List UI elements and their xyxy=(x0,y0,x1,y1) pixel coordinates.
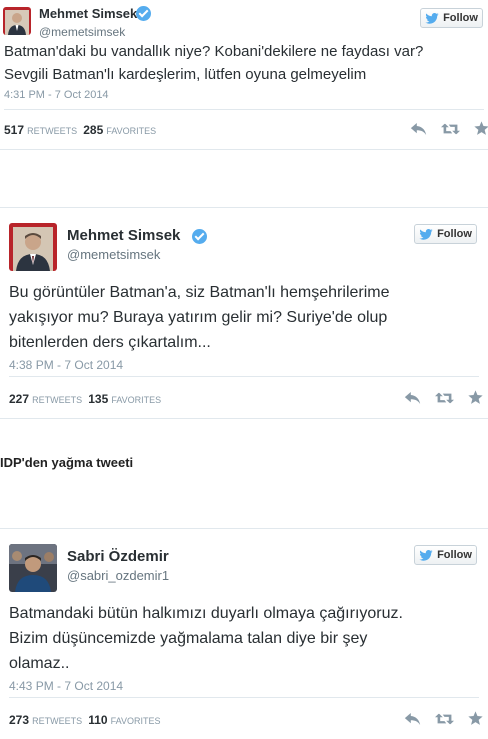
tweet-text: Batmandaki bütün halkımızı duyarlı olmay… xyxy=(9,605,403,672)
twitter-bird-icon xyxy=(419,229,433,240)
divider xyxy=(9,376,479,377)
favorites-label: FAVORITES xyxy=(111,395,162,405)
reply-icon[interactable] xyxy=(404,712,421,726)
follow-button[interactable]: Follow xyxy=(420,8,483,28)
divider xyxy=(4,109,484,110)
follow-label: Follow xyxy=(437,228,472,240)
favorite-count[interactable]: 135 xyxy=(88,392,108,406)
tweet-timestamp[interactable]: 4:31 PM - 7 Oct 2014 xyxy=(4,89,109,101)
verified-icon xyxy=(136,6,151,21)
tweet-actions xyxy=(404,711,483,726)
tweet-text: Batman'daki bu vandallık niye? Kobani'de… xyxy=(4,43,424,83)
tweet-actions xyxy=(404,390,483,405)
favorite-star-icon[interactable] xyxy=(468,390,483,405)
avatar[interactable] xyxy=(9,544,57,592)
retweet-icon[interactable] xyxy=(441,122,460,136)
retweet-icon[interactable] xyxy=(435,391,454,405)
retweet-icon[interactable] xyxy=(435,712,454,726)
user-name[interactable]: Mehmet Simsek xyxy=(67,227,180,244)
tweet-actions xyxy=(410,121,488,136)
favorite-count[interactable]: 285 xyxy=(83,123,103,137)
divider xyxy=(9,697,479,698)
tweet-text: Bu görüntüler Batman'a, siz Batman'lı he… xyxy=(9,284,390,351)
favorite-star-icon[interactable] xyxy=(474,121,488,136)
user-handle[interactable]: @sabri_ozdemir1 xyxy=(67,568,169,583)
tweet-stats: 227 RETWEETS 135 FAVORITES xyxy=(9,392,161,406)
retweets-label: RETWEETS xyxy=(27,126,78,136)
user-name[interactable]: Sabri Özdemir xyxy=(67,548,169,565)
avatar-image xyxy=(3,7,31,35)
tweet-stats: 517 RETWEETS 285 FAVORITES xyxy=(4,123,156,137)
tweet-stats: 273 RETWEETS 110 FAVORITES xyxy=(9,713,161,727)
favorite-count[interactable]: 110 xyxy=(88,713,107,727)
tweet-card: Sabri Özdemir @sabri_ozdemir1 Follow Bat… xyxy=(0,528,488,739)
favorite-star-icon[interactable] xyxy=(468,711,483,726)
twitter-bird-icon xyxy=(419,550,433,561)
avatar-image xyxy=(9,544,57,592)
favorites-label: FAVORITES xyxy=(106,126,157,136)
retweets-label: RETWEETS xyxy=(32,395,83,405)
reply-icon[interactable] xyxy=(404,391,421,405)
tweet-timestamp[interactable]: 4:43 PM - 7 Oct 2014 xyxy=(9,679,123,693)
retweet-count[interactable]: 273 xyxy=(9,713,29,727)
twitter-bird-icon xyxy=(425,13,439,24)
verified-icon xyxy=(192,229,207,244)
retweet-count[interactable]: 227 xyxy=(9,392,29,406)
follow-label: Follow xyxy=(437,549,472,561)
retweet-count[interactable]: 517 xyxy=(4,123,24,137)
follow-button[interactable]: Follow xyxy=(414,224,477,244)
avatar[interactable] xyxy=(3,7,31,35)
favorites-label: FAVORITES xyxy=(110,716,161,726)
user-handle[interactable]: @memetsimsek xyxy=(39,25,125,39)
user-handle[interactable]: @memetsimsek xyxy=(67,247,160,262)
avatar-image xyxy=(9,223,57,271)
retweets-label: RETWEETS xyxy=(32,716,83,726)
avatar[interactable] xyxy=(9,223,57,271)
reply-icon[interactable] xyxy=(410,122,427,136)
follow-button[interactable]: Follow xyxy=(414,545,477,565)
section-title: IDP'den yağma tweeti xyxy=(0,455,134,470)
follow-label: Follow xyxy=(443,12,478,24)
tweet-card: Mehmet Simsek @memetsimsek Follow Batman… xyxy=(0,0,488,150)
user-name[interactable]: Mehmet Simsek xyxy=(39,6,137,21)
tweet-card: Mehmet Simsek @memetsimsek Follow Bu gör… xyxy=(0,207,488,419)
tweet-timestamp[interactable]: 4:38 PM - 7 Oct 2014 xyxy=(9,358,123,372)
